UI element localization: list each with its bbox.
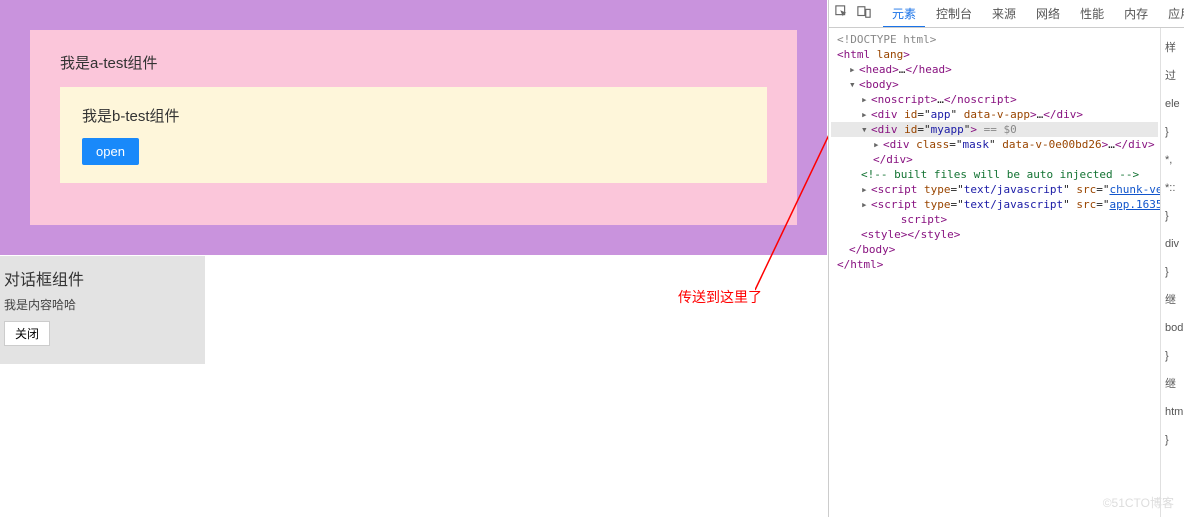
styles-tab[interactable]: 样 xyxy=(1161,34,1184,62)
b-test-component: 我是b-test组件 open xyxy=(60,87,767,183)
tab-network[interactable]: 网络 xyxy=(1027,0,1069,28)
styles-panel[interactable]: 样 过 ele } *, *:: } div } 继 bod } 继 htm } xyxy=(1160,28,1184,517)
dialog-title: 对话框组件 xyxy=(4,266,197,290)
pink-container: 我是a-test组件 我是b-test组件 open xyxy=(30,30,797,225)
watermark: ©51CTO博客 xyxy=(1103,494,1174,511)
tab-sources[interactable]: 来源 xyxy=(983,0,1025,28)
dialog-body: 我是内容哈哈 xyxy=(4,296,197,313)
dialog-component: 对话框组件 我是内容哈哈 关闭 xyxy=(0,256,205,364)
tab-performance[interactable]: 性能 xyxy=(1071,0,1113,28)
annotation-text: 传送到这里了 xyxy=(678,287,762,307)
selected-node[interactable]: ▾<div id="myapp"> == $0 xyxy=(831,122,1158,137)
tab-memory[interactable]: 内存 xyxy=(1115,0,1157,28)
b-test-title: 我是b-test组件 xyxy=(82,105,745,126)
devtools-panel: 元素 控制台 来源 网络 性能 内存 应用 安全 <!DOCTYPE html>… xyxy=(828,0,1184,517)
open-button[interactable]: open xyxy=(82,138,139,165)
devtools-tabs: 元素 控制台 来源 网络 性能 内存 应用 安全 xyxy=(829,0,1184,28)
filter-label: 过 xyxy=(1161,62,1184,90)
element-style: ele xyxy=(1161,90,1184,118)
dom-tree[interactable]: <!DOCTYPE html> <html lang> ▸<head>…</he… xyxy=(829,28,1160,517)
a-test-title: 我是a-test组件 xyxy=(60,52,767,73)
tab-console[interactable]: 控制台 xyxy=(927,0,981,28)
device-icon[interactable] xyxy=(857,5,871,22)
tab-application[interactable]: 应用 xyxy=(1159,0,1184,28)
tab-elements[interactable]: 元素 xyxy=(883,0,925,28)
inspect-icon[interactable] xyxy=(835,5,849,22)
close-button[interactable]: 关闭 xyxy=(4,321,50,346)
a-test-component: 我是a-test组件 我是b-test组件 open xyxy=(0,0,827,255)
doctype-node[interactable]: <!DOCTYPE html> xyxy=(837,33,936,46)
